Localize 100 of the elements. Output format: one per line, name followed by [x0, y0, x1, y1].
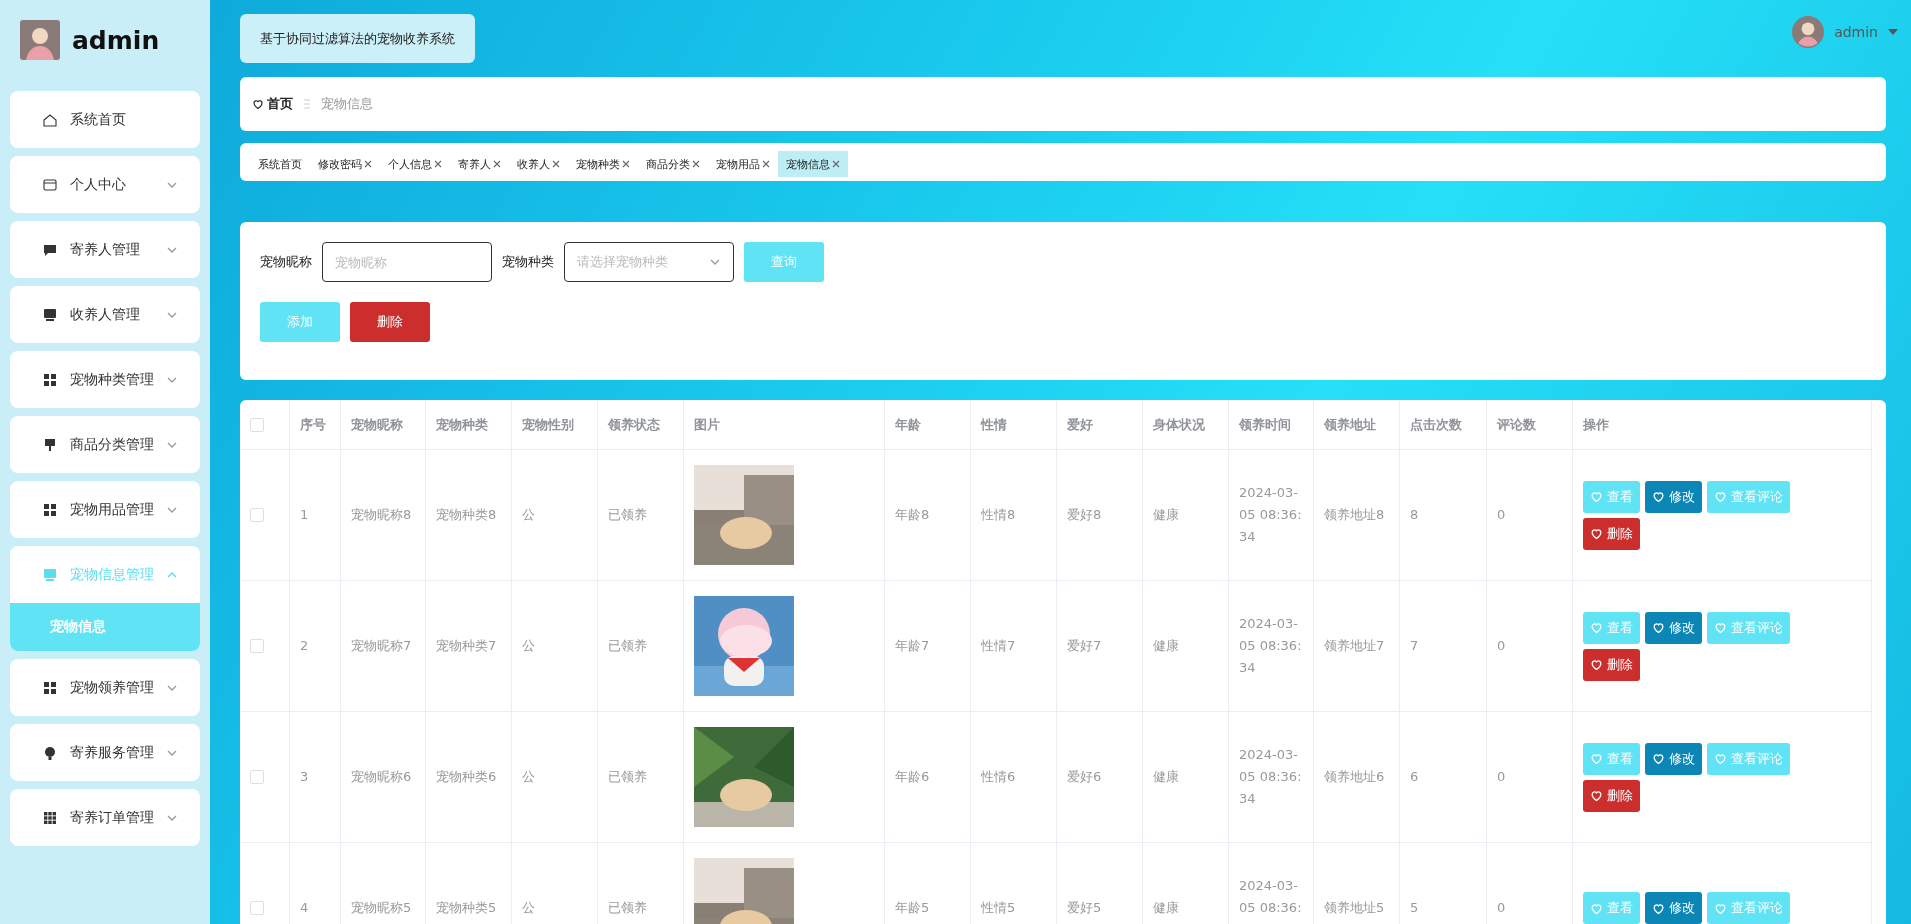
menu-item[interactable]: 商品分类管理 — [10, 416, 200, 473]
page-tab[interactable]: 收养人 — [509, 151, 568, 177]
column-header: 领养时间 — [1229, 400, 1314, 450]
delete-button[interactable]: 删除 — [1583, 517, 1640, 550]
column-header: 宠物性别 — [512, 400, 598, 450]
column-header: 宠物昵称 — [341, 400, 426, 450]
table-cell: 8 — [1400, 450, 1487, 581]
table-cell: 宠物昵称7 — [341, 581, 426, 712]
column-header: 操作 — [1573, 400, 1872, 450]
menu-label: 寄养服务管理 — [70, 743, 154, 762]
menu-label: 宠物用品管理 — [70, 500, 154, 519]
table-cell: 宠物种类5 — [426, 843, 512, 924]
menu-item[interactable]: 系统首页 — [10, 91, 200, 148]
page-tab[interactable]: 宠物种类 — [568, 151, 638, 177]
table-cell: 0 — [1487, 712, 1573, 843]
page-tab[interactable]: 系统首页 — [250, 151, 310, 177]
menu-label: 商品分类管理 — [70, 435, 154, 454]
table-cell: 宠物种类7 — [426, 581, 512, 712]
menu-label: 寄养订单管理 — [70, 808, 154, 827]
table-cell: 年龄8 — [885, 450, 971, 581]
menu-label: 寄养人管理 — [70, 240, 141, 259]
table-cell: 性情6 — [971, 712, 1057, 843]
column-header: 身体状况 — [1143, 400, 1229, 450]
edit-button[interactable]: 修改 — [1645, 892, 1702, 924]
menu-item[interactable]: 个人中心 — [10, 156, 200, 213]
breadcrumb-link[interactable]: 首页 — [252, 95, 293, 113]
page-tab[interactable]: 宠物信息 — [778, 151, 848, 177]
table-cell: 性情8 — [971, 450, 1057, 581]
menu-label: 系统首页 — [70, 110, 127, 129]
column-header: 领养状态 — [598, 400, 684, 450]
table-cell: 宠物昵称5 — [341, 843, 426, 924]
table-cell: 宠物昵称6 — [341, 712, 426, 843]
user-menu[interactable]: admin — [1792, 14, 1898, 48]
table-cell: 宠物种类6 — [426, 712, 512, 843]
app-title: admin — [72, 25, 160, 55]
menu-item[interactable]: 宠物种类管理 — [10, 351, 200, 408]
table-cell: 爱好5 — [1057, 843, 1143, 924]
field-label: 宠物昵称 — [260, 253, 312, 271]
page-tab[interactable]: 个人信息 — [380, 151, 450, 177]
table-cell: 公 — [512, 450, 598, 581]
menu-item[interactable]: 宠物用品管理 — [10, 481, 200, 538]
table-cell: 领养地址5 — [1314, 843, 1400, 924]
column-header: 性情 — [971, 400, 1057, 450]
table-cell: 已领养 — [598, 712, 684, 843]
breadcrumb-link[interactable]: 宠物信息 — [321, 95, 373, 113]
page-tab[interactable]: 寄养人 — [450, 151, 509, 177]
table-cell: 公 — [512, 712, 598, 843]
menu-item[interactable]: 收养人管理 — [10, 286, 200, 343]
delete-button[interactable]: 删除 — [350, 302, 430, 342]
input-field[interactable]: 宠物昵称 — [322, 242, 492, 282]
table-cell-text: 2024-03-05 08:36:34 — [1239, 615, 1303, 677]
menu-item[interactable]: 寄养订单管理 — [10, 789, 200, 846]
table-cell: 性情7 — [971, 581, 1057, 712]
table-cell: 公 — [512, 843, 598, 924]
edit-button[interactable]: 修改 — [1645, 480, 1702, 513]
menu-label: 宠物领养管理 — [70, 678, 154, 697]
table-cell: 爱好6 — [1057, 712, 1143, 843]
column-header: 领养地址 — [1314, 400, 1400, 450]
menu-item[interactable]: 寄养人管理 — [10, 221, 200, 278]
edit-button[interactable]: 修改 — [1645, 611, 1702, 644]
table-cell: 爱好7 — [1057, 581, 1143, 712]
page-tab[interactable]: 商品分类 — [638, 151, 708, 177]
table-cell-text: 2024-03-05 08:36:34 — [1239, 484, 1303, 546]
menu-item[interactable]: 寄养服务管理 — [10, 724, 200, 781]
menu-label: 宠物种类管理 — [70, 370, 154, 389]
table-cell-text: 2024-03-05 08:36:34 — [1239, 746, 1303, 808]
table-cell: 健康 — [1143, 712, 1229, 843]
menu-label: 个人中心 — [70, 175, 127, 194]
table-cell: 已领养 — [598, 581, 684, 712]
table-cell: 健康 — [1143, 450, 1229, 581]
column-header: 序号 — [290, 400, 341, 450]
edit-button[interactable]: 修改 — [1645, 742, 1702, 775]
table-cell: 年龄7 — [885, 581, 971, 712]
table-cell: 年龄6 — [885, 712, 971, 843]
table-cell: 4 — [290, 843, 341, 924]
menu-label: 收养人管理 — [70, 305, 141, 324]
table-cell: 领养地址8 — [1314, 450, 1400, 581]
table-cell: 年龄5 — [885, 843, 971, 924]
table-cell: 1 — [290, 450, 341, 581]
page-tab[interactable]: 宠物用品 — [708, 151, 778, 177]
table-cell: 5 — [1400, 843, 1487, 924]
column-header: 图片 — [684, 400, 885, 450]
table-cell: 已领养 — [598, 843, 684, 924]
table-cell: 宠物种类8 — [426, 450, 512, 581]
menu-item[interactable]: 宠物领养管理 — [10, 659, 200, 716]
table-cell: 健康 — [1143, 843, 1229, 924]
page-tab[interactable]: 修改密码 — [310, 151, 380, 177]
field-label: 宠物种类 — [502, 253, 554, 271]
column-header: 点击次数 — [1400, 400, 1487, 450]
table-cell: 宠物昵称8 — [341, 450, 426, 581]
table-cell: 爱好8 — [1057, 450, 1143, 581]
column-header: 爱好 — [1057, 400, 1143, 450]
table-cell: 领养地址7 — [1314, 581, 1400, 712]
delete-button[interactable]: 删除 — [1583, 648, 1640, 681]
table-cell: 性情5 — [971, 843, 1057, 924]
table-cell: 已领养 — [598, 450, 684, 581]
delete-button[interactable]: 删除 — [1583, 779, 1640, 812]
table-cell: 0 — [1487, 581, 1573, 712]
menu-label: 宠物信息管理 — [70, 565, 154, 584]
column-header: 年龄 — [885, 400, 971, 450]
